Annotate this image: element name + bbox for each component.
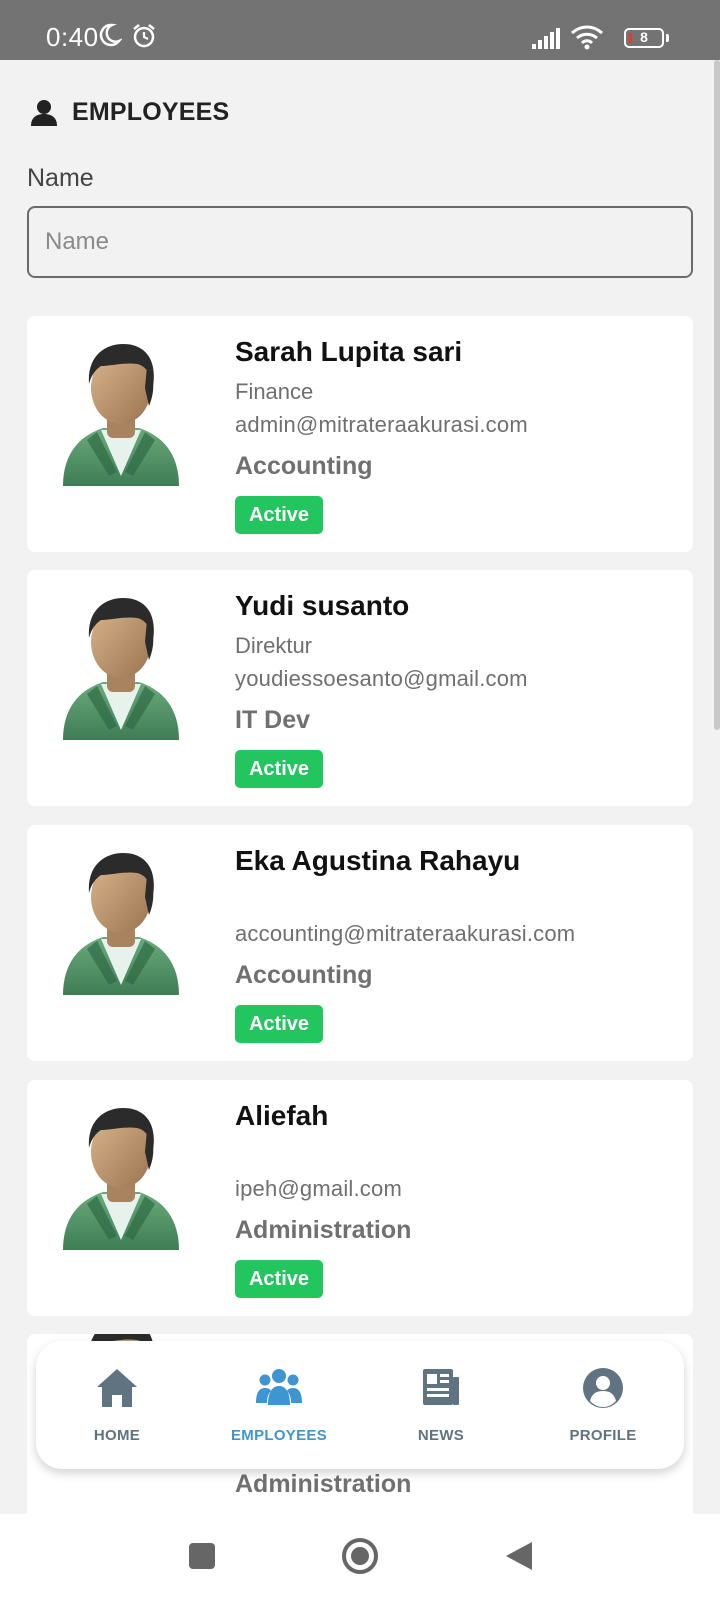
employee-email: accounting@mitrateraakurasi.com [235,921,576,946]
home-icon [97,1369,137,1407]
alarm-icon [133,24,155,48]
home-button[interactable] [340,1536,380,1576]
battery-level: 8 [640,29,648,45]
nav-home[interactable]: HOME [36,1341,198,1469]
employee-department: Administration [235,1216,412,1244]
employee-card[interactable]: Sarah Lupita sari Finance admin@mitrater… [27,316,693,552]
person-icon [31,99,57,126]
employee-email: ipeh@gmail.com [235,1176,402,1201]
signal-icon [532,28,560,49]
nav-home-label: HOME [93,1427,141,1444]
avatar [57,590,185,750]
employee-card[interactable]: Eka Agustina Rahayu accounting@mitratera… [27,825,693,1061]
status-bar: 0:40 8 [0,0,720,60]
newspaper-icon [423,1369,459,1405]
employee-role: Direktur [235,633,313,658]
nav-employees[interactable]: EMPLOYEES [198,1341,360,1469]
nav-profile-label: PROFILE [569,1427,637,1444]
status-badge: Active [235,750,323,788]
employee-name: Eka Agustina Rahayu [235,845,521,876]
bottom-navigation: HOME EMPLOYEES NEWS PROFILE [36,1341,684,1469]
battery-icon: 8 [624,28,669,48]
nav-news-label: NEWS [417,1427,465,1444]
moon-icon [99,23,122,47]
status-time: 0:40 [46,22,99,52]
status-badge: Active [235,496,323,534]
scrollbar[interactable] [714,60,720,730]
page-header: EMPLOYEES [30,98,229,127]
status-badge: Active [235,1260,323,1298]
employee-card[interactable]: Aliefah ipeh@gmail.com Administration Ac… [27,1080,693,1316]
employee-role: Finance [235,379,314,404]
status-badge: Active [235,1005,323,1043]
users-icon [256,1369,302,1405]
employee-email: admin@mitrateraakurasi.com [235,412,528,437]
employee-department: Administration [235,1470,412,1498]
avatar [57,845,185,1005]
nav-profile[interactable]: PROFILE [522,1341,684,1469]
employee-name: Aliefah [235,1100,329,1131]
avatar [57,336,185,496]
system-navigation-bar [0,1514,720,1600]
employee-department: Accounting [235,452,373,480]
user-circle-icon [583,1368,623,1408]
employee-card[interactable]: Yudi susanto Direktur youdiessoesanto@gm… [27,570,693,806]
employee-department: Accounting [235,961,373,989]
wifi-icon [571,25,603,50]
nav-news[interactable]: NEWS [360,1341,522,1469]
nav-employees-label: EMPLOYEES [230,1427,328,1444]
employee-name: Yudi susanto [235,590,410,621]
employee-email: youdiessoesanto@gmail.com [235,666,528,691]
avatar [57,1100,185,1260]
name-search-input[interactable] [27,206,693,278]
employee-department: IT Dev [235,706,311,734]
employee-name: Sarah Lupita sari [235,336,463,367]
back-button[interactable] [504,1540,534,1572]
page-title: EMPLOYEES [72,98,230,126]
recents-button[interactable] [188,1542,216,1570]
name-field-label: Name [27,164,94,192]
